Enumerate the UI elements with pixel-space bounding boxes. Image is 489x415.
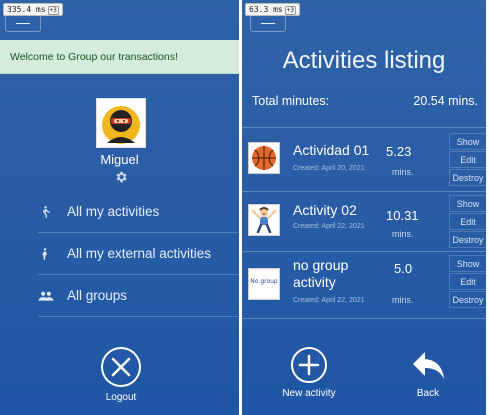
plus-circle-icon [291, 347, 327, 383]
activity-created: Created: April 22, 2021 [293, 297, 365, 304]
person-walking-icon [38, 205, 52, 219]
nav-all-my-external-activities[interactable]: All my external activities [38, 234, 239, 275]
edit-button[interactable]: Edit [449, 213, 486, 230]
destroy-button[interactable]: Destroy [449, 231, 486, 248]
nav-label: All groups [67, 288, 128, 303]
activity-minutes: 5.23 [386, 144, 412, 159]
hamburger-icon [261, 22, 275, 24]
destroy-button[interactable]: Destroy [449, 169, 486, 186]
settings-gear-icon[interactable] [114, 170, 128, 184]
hamburger-icon [16, 22, 30, 24]
debug-timing-tag: +3 [47, 6, 59, 15]
activity-row: Actividad 01 Created: April 20, 2021 5.2… [242, 133, 486, 192]
activity-row: No group no group activity Created: Apri… [242, 255, 486, 314]
group-icon [38, 289, 54, 303]
activity-created: Created: April 20, 2021 [293, 165, 365, 172]
close-circle-icon [101, 347, 141, 387]
activity-minutes-label: mins. [392, 295, 414, 305]
logout-button[interactable]: Logout [96, 346, 146, 403]
left-screen: 335.4 ms +3 Welcome to Group our transact… [0, 0, 239, 415]
edit-button[interactable]: Edit [449, 151, 486, 168]
divider [242, 127, 486, 128]
nav-all-my-activities[interactable]: All my activities [38, 192, 239, 233]
no-group-image: No group [248, 268, 280, 300]
new-activity-label: New activity [282, 388, 336, 399]
debug-timing-tag: +3 [284, 6, 296, 15]
person-walking-icon [38, 247, 52, 261]
divider [242, 191, 486, 192]
activity-created: Created: April 22, 2021 [293, 223, 365, 230]
divider [242, 318, 486, 319]
ninja-avatar-icon [102, 106, 140, 144]
show-button[interactable]: Show [449, 255, 486, 272]
no-group-thumb-text: No group [250, 278, 278, 285]
activity-minutes-label: mins. [392, 229, 414, 239]
activity-row: Activity 02 Created: April 22, 2021 10.3… [242, 195, 486, 254]
activity-name[interactable]: Actividad 01 [293, 142, 385, 159]
exercise-person-icon [248, 204, 280, 236]
debug-timing-text: 63.3 ms [249, 5, 283, 14]
basketball-icon [248, 142, 280, 174]
nav-label: All my activities [67, 204, 160, 219]
nav-all-groups[interactable]: All groups [38, 276, 239, 317]
destroy-button[interactable]: Destroy [449, 291, 486, 308]
activity-minutes: 10.31 [386, 208, 419, 223]
total-minutes-value: 20.54 mins. [413, 94, 478, 108]
flash-message: Welcome to Group our transactions! [0, 40, 239, 74]
new-activity-button[interactable]: New activity [274, 346, 344, 399]
hamburger-menu-button[interactable] [5, 14, 41, 32]
username: Miguel [100, 152, 139, 167]
back-button[interactable]: Back [406, 346, 450, 399]
page-title: Activities listing [282, 47, 446, 74]
reply-arrow-icon [413, 352, 444, 379]
debug-timing-text: 335.4 ms [7, 5, 46, 14]
hamburger-menu-button[interactable] [250, 14, 286, 32]
activity-name[interactable]: Activity 02 [293, 202, 385, 219]
back-label: Back [416, 388, 440, 399]
total-minutes-label: Total minutes: [252, 94, 330, 108]
activity-name[interactable]: no group activity [293, 257, 385, 291]
right-screen: 63.3 ms +3 Activities listing Total minut… [242, 0, 486, 415]
nav-label: All my external activities [67, 246, 212, 261]
show-button[interactable]: Show [449, 195, 486, 212]
avatar [96, 98, 146, 148]
logout-label: Logout [105, 392, 137, 403]
show-button[interactable]: Show [449, 133, 486, 150]
activity-minutes: 5.0 [394, 261, 413, 276]
divider [242, 251, 486, 252]
activity-minutes-label: mins. [392, 167, 414, 177]
edit-button[interactable]: Edit [449, 273, 486, 290]
